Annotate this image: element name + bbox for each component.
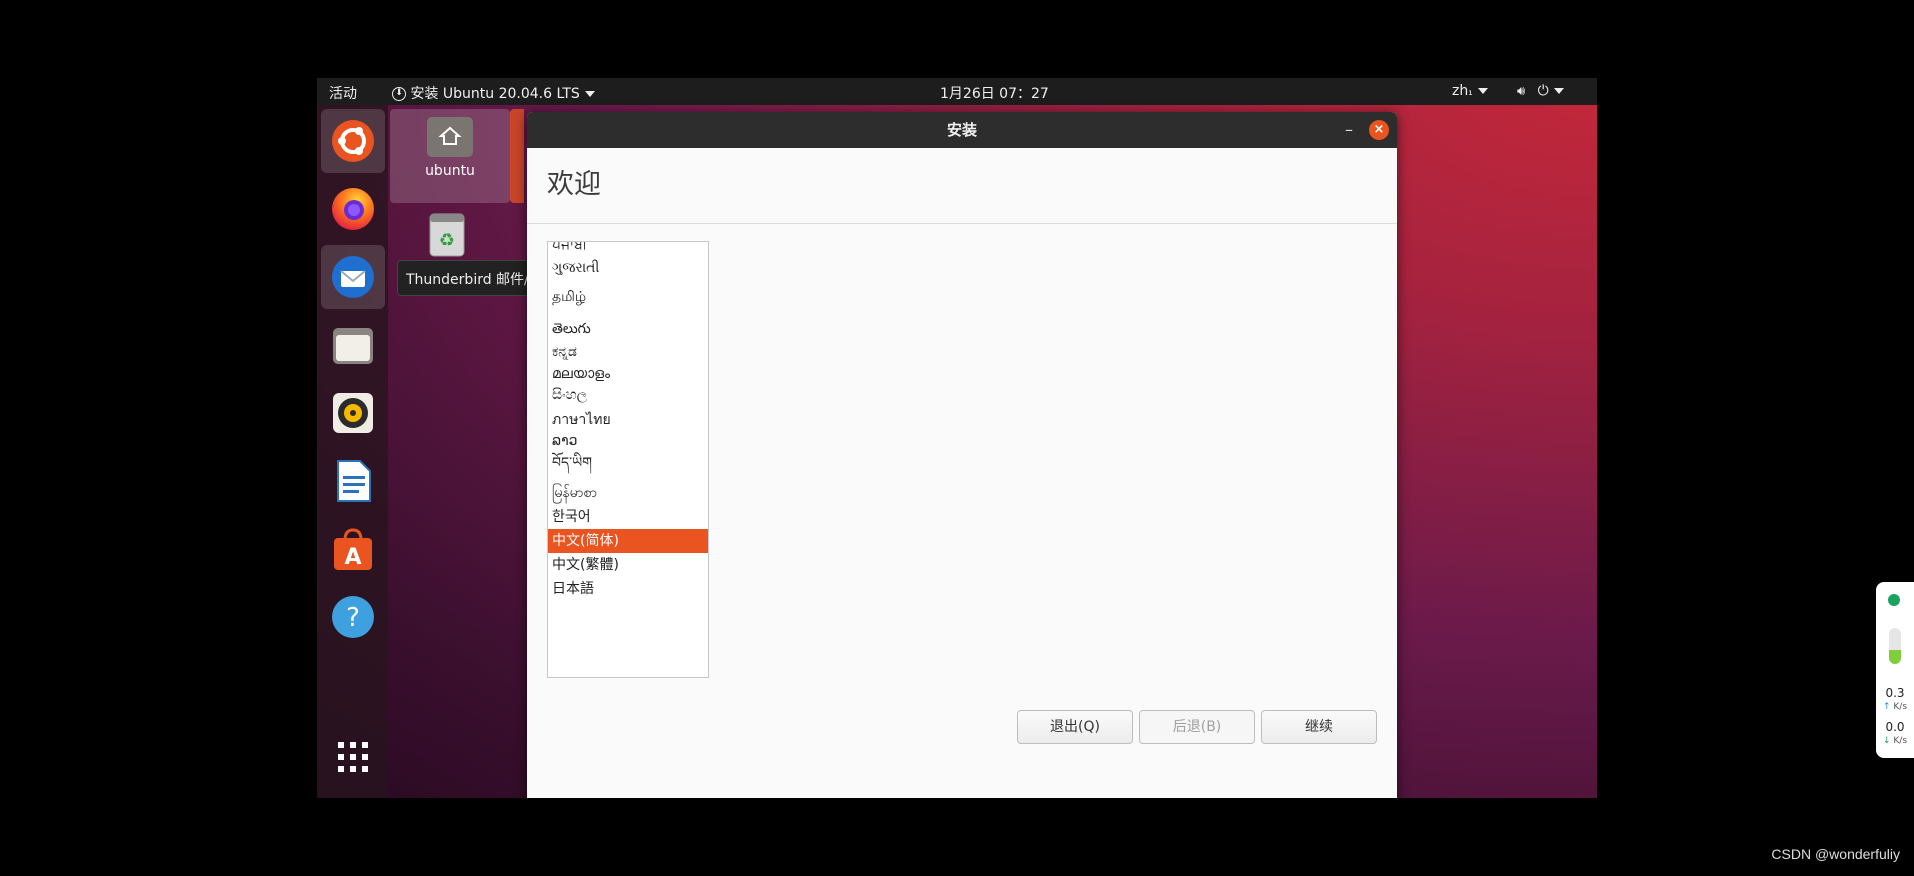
power-icon: ⏻ bbox=[1537, 83, 1549, 99]
dock-item-firefox[interactable] bbox=[321, 177, 385, 241]
svg-text:♻: ♻ bbox=[439, 230, 455, 251]
activities-button[interactable]: 活动 bbox=[329, 83, 357, 103]
files-icon bbox=[333, 328, 373, 364]
home-folder-label: ubuntu bbox=[425, 163, 475, 179]
upload-speed-value: 0.3 bbox=[1885, 686, 1905, 700]
language-list-item[interactable]: සිංහල bbox=[548, 383, 708, 407]
language-list-item[interactable]: ภาษาไทย bbox=[548, 408, 708, 432]
download-speed-unit: K/s bbox=[1893, 736, 1908, 746]
language-list-item[interactable]: ગુજરાતી bbox=[548, 256, 708, 280]
writer-icon bbox=[337, 460, 371, 502]
app-grid-icon bbox=[338, 742, 368, 772]
language-list-item[interactable]: ລາວ bbox=[548, 430, 708, 452]
download-icon: ⬇ bbox=[392, 87, 406, 101]
watermark: CSDN @wonderfuliy bbox=[1771, 846, 1900, 862]
firefox-icon bbox=[332, 188, 374, 230]
language-list-item[interactable]: ಕನ್ನಡ bbox=[548, 340, 708, 364]
network-speed-widget[interactable]: 0.3 ↑ K/s 0.0 ↓ K/s bbox=[1876, 582, 1914, 758]
dock-item-rhythmbox[interactable] bbox=[321, 381, 385, 445]
top-bar: 活动 ⬇ 安装 Ubuntu 20.04.6 LTS 1月26日 07：27 z… bbox=[317, 78, 1597, 105]
language-list-item[interactable]: తెలుగు bbox=[548, 316, 708, 342]
input-method-label: zh bbox=[1452, 83, 1469, 99]
back-button[interactable]: 后退(B) bbox=[1139, 710, 1255, 744]
svg-text:?: ? bbox=[346, 603, 360, 633]
thunderbird-icon bbox=[332, 256, 374, 298]
dock: A ? bbox=[317, 105, 388, 798]
desktop-item-partial[interactable] bbox=[510, 109, 524, 203]
app-menu-label: 安装 Ubuntu 20.04.6 LTS bbox=[410, 86, 580, 102]
language-list-item[interactable]: 中文(繁體) bbox=[548, 553, 708, 577]
clock[interactable]: 1月26日 07：27 bbox=[940, 83, 1049, 103]
dock-item-ubuntu-installer[interactable] bbox=[321, 109, 385, 173]
trash-icon: ♻ bbox=[429, 213, 465, 257]
language-list-item[interactable]: မြန်မာစာ bbox=[548, 480, 708, 506]
input-method-indicator[interactable]: zh₁ bbox=[1452, 83, 1488, 99]
desktop-trash[interactable]: ♻ bbox=[427, 212, 467, 262]
svg-text:A: A bbox=[344, 545, 361, 570]
help-icon: ? bbox=[332, 596, 374, 638]
home-folder-icon bbox=[427, 117, 473, 157]
dock-item-software[interactable]: A bbox=[321, 517, 385, 581]
desktop-home-folder[interactable]: ubuntu bbox=[390, 109, 510, 203]
show-applications-button[interactable] bbox=[321, 725, 385, 789]
chevron-down-icon bbox=[1553, 88, 1564, 94]
dock-item-thunderbird[interactable] bbox=[321, 245, 385, 309]
window-titlebar[interactable]: 安装 – × bbox=[527, 112, 1397, 148]
language-list-item[interactable]: ਪੰਜਾਬੀ bbox=[548, 242, 708, 256]
ubuntu-desktop: 活动 ⬇ 安装 Ubuntu 20.04.6 LTS 1月26日 07：27 z… bbox=[317, 78, 1597, 798]
installer-window: 安装 – × 欢迎 ਪੰਜਾਬੀ ગુજરાતી தமிழ் తెలుగు ಕನ್ನಡ മ… bbox=[527, 112, 1397, 798]
language-list-item[interactable]: 中文(简体) bbox=[548, 529, 708, 553]
software-icon: A bbox=[334, 528, 372, 570]
app-menu[interactable]: ⬇ 安装 Ubuntu 20.04.6 LTS bbox=[392, 83, 595, 103]
quit-button[interactable]: 退出(Q) bbox=[1017, 710, 1133, 744]
language-list-item[interactable]: 日本語 bbox=[548, 577, 708, 601]
dock-item-writer[interactable] bbox=[321, 449, 385, 513]
upload-speed-unit: K/s bbox=[1893, 702, 1908, 712]
input-method-sub: ₁ bbox=[1468, 85, 1473, 98]
rhythmbox-icon bbox=[333, 393, 373, 433]
language-list-item[interactable]: മലയാളം bbox=[548, 363, 708, 385]
page-title: 欢迎 bbox=[547, 169, 601, 200]
volume-icon: 🔊︎ bbox=[1517, 84, 1526, 99]
language-list-item[interactable]: தமிழ் bbox=[548, 283, 708, 311]
divider bbox=[527, 223, 1397, 224]
download-speed-value: 0.0 bbox=[1885, 720, 1905, 734]
language-list[interactable]: ਪੰਜਾਬੀ ગુજરાતી தமிழ் తెలుగు ಕನ್ನಡ മലയാളം සිංහල… bbox=[547, 241, 709, 678]
download-arrow-icon: ↓ bbox=[1882, 736, 1891, 746]
minimize-button[interactable]: – bbox=[1345, 112, 1353, 148]
chevron-down-icon bbox=[1477, 88, 1488, 94]
system-menu[interactable]: 🔊︎ ⏻ bbox=[1517, 83, 1564, 99]
dock-item-help[interactable]: ? bbox=[321, 585, 385, 649]
window-title: 安装 bbox=[946, 121, 977, 139]
dock-item-files[interactable] bbox=[321, 313, 385, 377]
continue-button[interactable]: 继续 bbox=[1261, 710, 1377, 744]
language-list-item[interactable]: བོད་ཡིག bbox=[548, 450, 708, 476]
meter-icon bbox=[1889, 628, 1901, 664]
upload-arrow-icon: ↑ bbox=[1882, 702, 1891, 712]
chevron-down-icon bbox=[584, 91, 595, 97]
language-list-item[interactable]: 한국어 bbox=[548, 505, 708, 529]
status-dot-icon bbox=[1888, 594, 1900, 606]
ubuntu-logo-icon bbox=[332, 120, 374, 162]
close-button[interactable]: × bbox=[1369, 120, 1389, 140]
